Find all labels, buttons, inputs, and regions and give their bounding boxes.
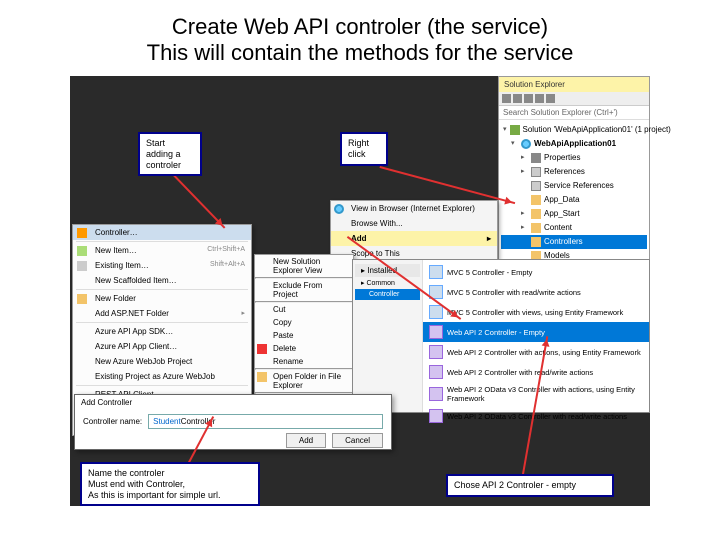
add-button[interactable]: Add — [286, 433, 326, 448]
folder-icon — [531, 195, 541, 205]
scaffold-item[interactable]: MVC 5 Controller with read/write actions — [423, 282, 649, 302]
add-scaffold-dialog: ▸ Installed ▸ Common Controller MVC 5 Co… — [352, 259, 650, 413]
scaffold-item[interactable]: Web API 2 Controller with actions, using… — [423, 342, 649, 362]
add-new-item[interactable]: New Item…Ctrl+Shift+A — [73, 243, 251, 258]
wrench-icon — [531, 153, 541, 163]
add-new-folder[interactable]: New Folder — [73, 291, 251, 306]
delete-icon — [257, 344, 267, 354]
cancel-button[interactable]: Cancel — [332, 433, 383, 448]
solution-explorer-search[interactable]: Search Solution Explorer (Ctrl+') — [499, 106, 649, 120]
page-title: Create Web API controler (the service) T… — [0, 0, 720, 72]
show-all-icon[interactable] — [535, 94, 544, 103]
home-icon[interactable] — [502, 94, 511, 103]
tree-item[interactable]: Service References — [501, 179, 647, 193]
arrow-icon — [379, 166, 515, 204]
scaffold-item[interactable]: MVC 5 Controller - Empty — [423, 262, 649, 282]
ctx-browse-with[interactable]: Browse With... — [331, 216, 497, 231]
controller-name-input[interactable]: StudentController — [148, 414, 383, 429]
tree-item[interactable]: ▸Content — [501, 221, 647, 235]
add-azure-client[interactable]: Azure API App Client… — [73, 339, 251, 354]
arrow-icon — [173, 174, 226, 229]
api-icon — [429, 365, 443, 379]
globe-icon — [521, 139, 531, 149]
scope-paste[interactable]: Paste — [255, 329, 353, 342]
mvc-icon — [429, 305, 443, 319]
scaffold-item-webapi2-empty[interactable]: Web API 2 Controller - Empty — [423, 322, 649, 342]
folder-icon — [531, 237, 541, 247]
properties-icon[interactable] — [546, 94, 555, 103]
collapse-icon[interactable] — [524, 94, 533, 103]
solution-explorer-title: Solution Explorer — [499, 77, 649, 92]
references-icon — [531, 167, 541, 177]
field-label: Controller name: — [83, 417, 142, 426]
tree-item-controllers[interactable]: Controllers — [501, 235, 647, 249]
scaffold-cat-controller[interactable]: Controller — [355, 289, 420, 300]
add-azure-webjob[interactable]: New Azure WebJob Project — [73, 354, 251, 369]
tree-item[interactable]: App_Data — [501, 193, 647, 207]
callout-start: Start adding a controler — [138, 132, 202, 176]
scope-rename[interactable]: Rename — [255, 355, 353, 368]
api-icon — [429, 409, 443, 423]
api-icon — [429, 387, 443, 401]
add-controller-dialog: Add Controller Controller name: StudentC… — [74, 394, 392, 450]
screenshot-canvas: Solution Explorer Search Solution Explor… — [70, 76, 650, 506]
scope-submenu: New Solution Explorer View Exclude From … — [254, 254, 354, 408]
view-icon — [257, 257, 267, 267]
folder-icon — [257, 372, 267, 382]
scope-cut[interactable]: Cut — [255, 303, 353, 316]
folder-icon — [77, 294, 87, 304]
project-node[interactable]: ▾WebApiApplication01 — [501, 137, 647, 151]
refresh-icon[interactable] — [513, 94, 522, 103]
scaffold-item[interactable]: Web API 2 Controller with read/write act… — [423, 362, 649, 382]
scope-open-folder[interactable]: Open Folder in File Explorer — [255, 370, 353, 392]
controller-icon — [77, 228, 87, 238]
copy-icon — [257, 318, 267, 328]
add-aspnet-folder[interactable]: Add ASP.NET Folder▸ — [73, 306, 251, 321]
new-item-icon — [77, 246, 87, 256]
ctx-view-browser[interactable]: View in Browser (Internet Explorer) — [331, 201, 497, 216]
scope-item[interactable]: New Solution Explorer View — [255, 255, 353, 277]
scope-item[interactable]: Exclude From Project — [255, 279, 353, 301]
browser-icon — [334, 204, 344, 214]
add-azure-sdk[interactable]: Azure API App SDK… — [73, 324, 251, 339]
dialog-title: Add Controller — [75, 395, 391, 410]
mvc-icon — [429, 265, 443, 279]
callout-right-click: Right click — [340, 132, 388, 166]
solution-icon — [510, 125, 520, 135]
api-icon — [429, 325, 443, 339]
api-icon — [429, 345, 443, 359]
solution-root[interactable]: ▾Solution 'WebApiApplication01' (1 proje… — [501, 123, 647, 137]
existing-item-icon — [77, 261, 87, 271]
cut-icon — [257, 305, 267, 315]
folder-icon — [531, 209, 541, 219]
callout-choose: Chose API 2 Controler - empty — [446, 474, 614, 497]
references-icon — [531, 181, 541, 191]
tree-item[interactable]: ▸Properties — [501, 151, 647, 165]
scope-copy[interactable]: Copy — [255, 316, 353, 329]
scope-delete[interactable]: Delete — [255, 342, 353, 355]
folder-icon — [531, 223, 541, 233]
add-existing-webjob[interactable]: Existing Project as Azure WebJob — [73, 369, 251, 384]
tree-item[interactable]: ▸References — [501, 165, 647, 179]
add-scaffolded-item[interactable]: New Scaffolded Item… — [73, 273, 251, 288]
scaffold-item[interactable]: Web API 2 OData v3 Controller with read/… — [423, 406, 649, 426]
paste-icon — [257, 331, 267, 341]
tree-item[interactable]: ▸App_Start — [501, 207, 647, 221]
add-existing-item[interactable]: Existing Item…Shift+Alt+A — [73, 258, 251, 273]
solution-explorer-toolbar — [499, 92, 649, 106]
callout-name: Name the controler Must end with Control… — [80, 462, 260, 506]
